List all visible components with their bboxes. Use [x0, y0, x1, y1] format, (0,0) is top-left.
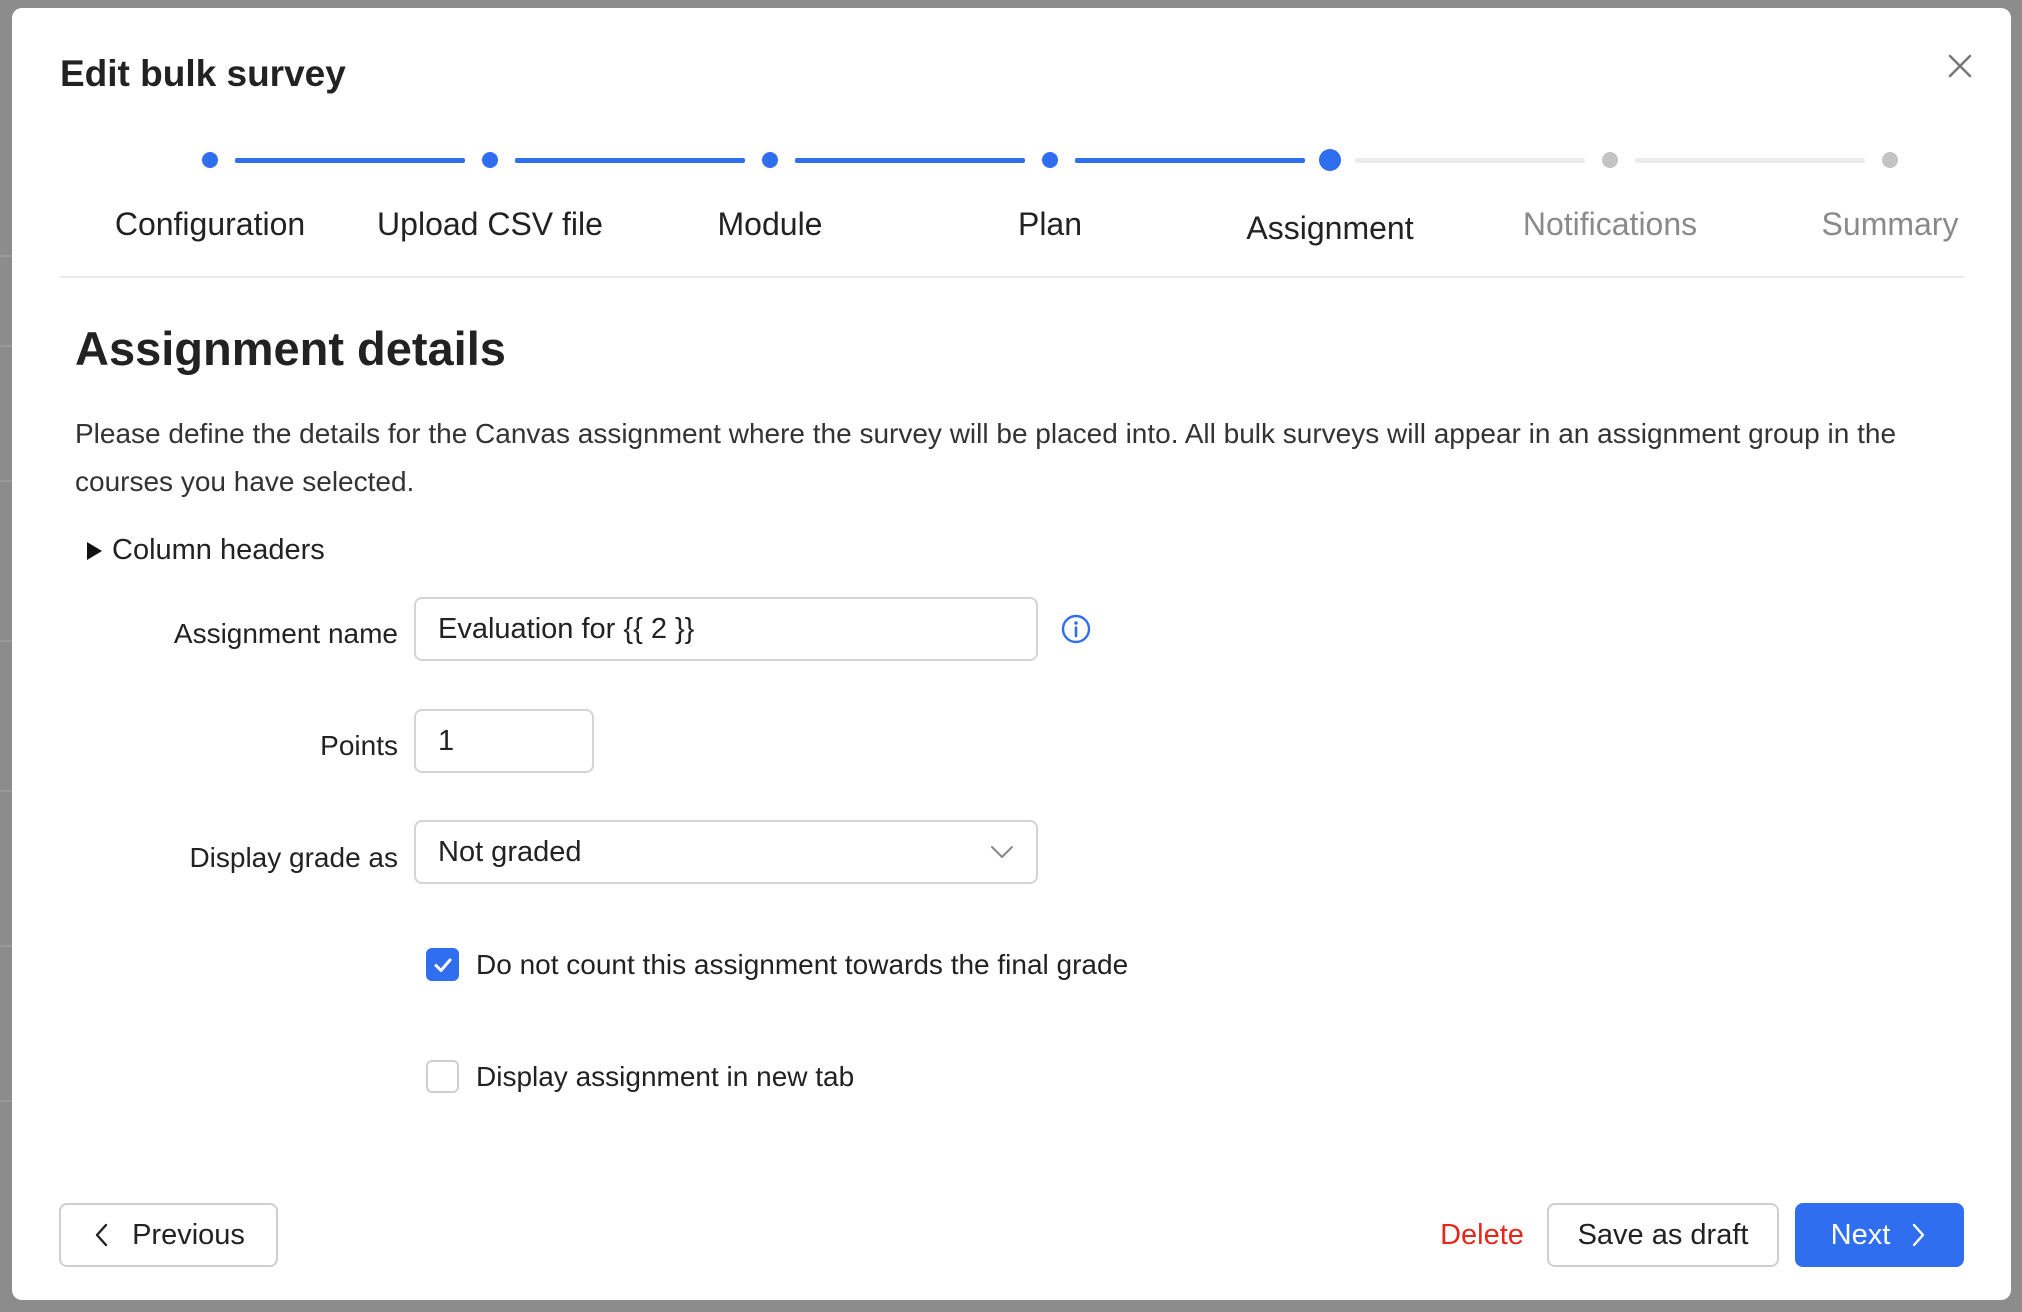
- step-plan[interactable]: Plan: [920, 206, 1180, 243]
- column-headers-toggle[interactable]: Column headers: [75, 534, 325, 567]
- display-grade-select[interactable]: Not graded: [414, 820, 1038, 884]
- previous-label: Previous: [132, 1218, 245, 1251]
- step-assignment[interactable]: Assignment: [1200, 210, 1460, 247]
- no-count-final-grade-row[interactable]: Do not count this assignment towards the…: [426, 948, 1128, 981]
- new-tab-checkbox[interactable]: [426, 1060, 459, 1093]
- points-input[interactable]: [414, 709, 594, 773]
- check-icon: [434, 958, 451, 972]
- step-dot-notifications: [1602, 152, 1618, 168]
- step-notifications[interactable]: Notifications: [1480, 206, 1740, 243]
- assignment-name-info-button[interactable]: [1060, 613, 1092, 645]
- section-description: Please define the details for the Canvas…: [75, 418, 1897, 497]
- step-configuration[interactable]: Configuration: [80, 206, 340, 243]
- step-dot-upload-csv-file: [482, 152, 498, 168]
- no-count-final-grade-label: Do not count this assignment towards the…: [476, 948, 1129, 980]
- step-dot-assignment: [1319, 149, 1341, 171]
- column-headers-label: Column headers: [112, 534, 325, 566]
- step-dot-plan: [1042, 152, 1058, 168]
- new-tab-label: Display assignment in new tab: [476, 1060, 855, 1092]
- triangle-right-icon: [87, 541, 102, 560]
- chevron-down-icon: [991, 846, 1013, 858]
- step-dot-configuration: [202, 152, 218, 168]
- save-as-draft-label: Save as draft: [1577, 1218, 1749, 1251]
- close-button[interactable]: [1938, 44, 1982, 88]
- step-module[interactable]: Module: [640, 206, 900, 243]
- delete-label: Delete: [1440, 1218, 1524, 1251]
- step-dot-module: [762, 152, 778, 168]
- section-title: Assignment details: [75, 322, 506, 375]
- step-connector: [795, 158, 1025, 163]
- dialog-title: Edit bulk survey: [60, 53, 346, 94]
- next-label: Next: [1830, 1218, 1891, 1251]
- step-summary[interactable]: Summary: [1760, 206, 2020, 243]
- step-connector: [1635, 158, 1865, 163]
- step-connector: [235, 158, 465, 163]
- step-connector: [1355, 158, 1585, 163]
- display-grade-value: Not graded: [438, 835, 582, 868]
- next-button[interactable]: Next: [1795, 1203, 1964, 1267]
- step-upload-csv-file[interactable]: Upload CSV file: [360, 206, 620, 243]
- save-as-draft-button[interactable]: Save as draft: [1547, 1203, 1779, 1267]
- assignment-name-label: Assignment name: [173, 618, 398, 649]
- no-count-final-grade-checkbox[interactable]: [426, 948, 459, 981]
- step-progress: Configuration Upload CSV file Module Plan As…: [60, 138, 1964, 278]
- display-grade-label: Display grade as: [189, 842, 398, 873]
- chevron-left-icon: [95, 1223, 108, 1247]
- new-tab-row[interactable]: Display assignment in new tab: [426, 1060, 854, 1093]
- info-icon: [1061, 614, 1091, 644]
- previous-button[interactable]: Previous: [59, 1203, 278, 1267]
- assignment-name-input[interactable]: [414, 597, 1038, 661]
- delete-button[interactable]: Delete: [1407, 1203, 1557, 1267]
- step-connector: [515, 158, 745, 163]
- step-connector: [1075, 158, 1305, 163]
- step-dot-summary: [1882, 152, 1898, 168]
- close-icon: [1948, 54, 1972, 78]
- chevron-right-icon: [1913, 1223, 1925, 1247]
- edit-bulk-survey-dialog: Edit bulk survey Configuration Upload CSV…: [12, 8, 2011, 1300]
- points-label: Points: [320, 730, 398, 761]
